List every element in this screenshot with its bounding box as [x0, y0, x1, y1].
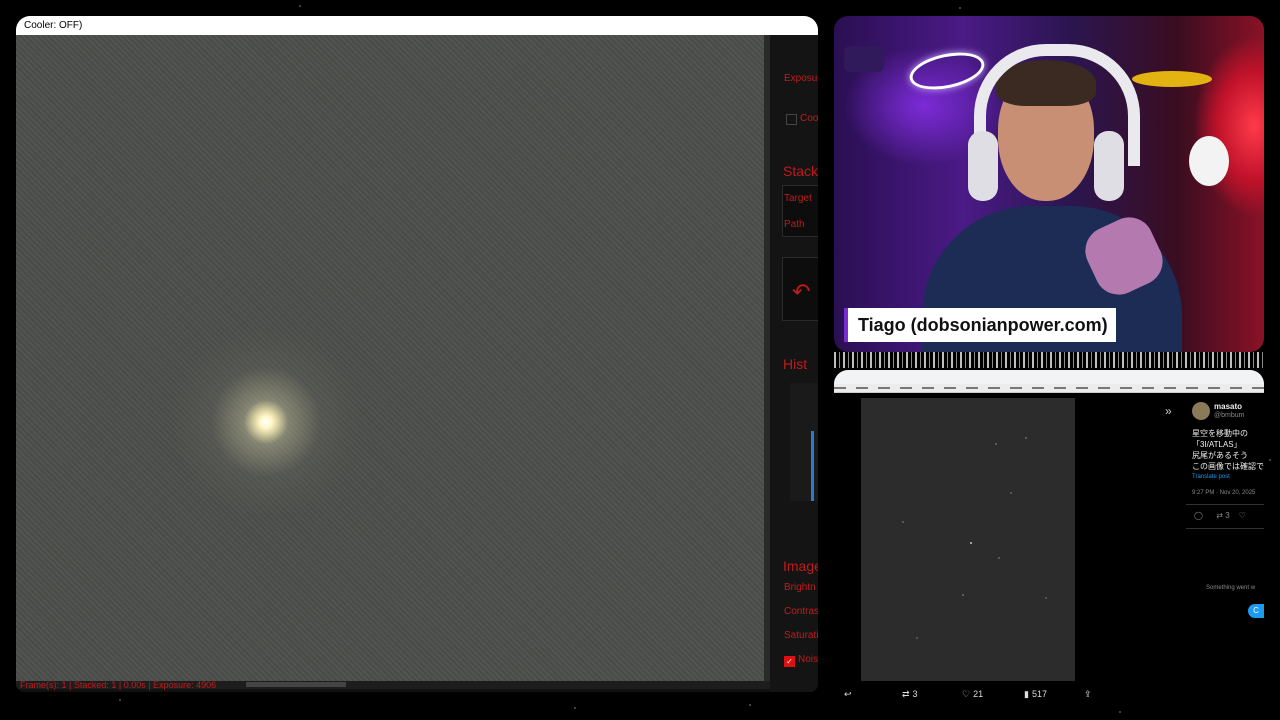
- post-text-line: この画像では確認で: [1192, 462, 1264, 471]
- post-username[interactable]: masato: [1214, 402, 1242, 411]
- retweet-button[interactable]: ⇄ 3: [902, 689, 918, 700]
- capture-status-bar: Frame(s): 1 | Stacked: 1 | 0.00s | Expos…: [20, 680, 217, 690]
- retry-button[interactable]: C: [1248, 604, 1264, 618]
- saturation-label: Saturatio: [784, 630, 818, 641]
- retweet-icon: ⇄: [902, 688, 910, 699]
- target-label: Target: [784, 193, 812, 204]
- sidebar-retweet-count: 3: [1225, 511, 1230, 520]
- expand-icon[interactable]: »: [1165, 404, 1172, 418]
- histogram: [790, 383, 818, 501]
- translate-link[interactable]: Translate post: [1192, 474, 1230, 480]
- divider-line: [1186, 504, 1264, 505]
- browser-window: » ↩ ⇄ 3 ♡ 21 ▮ 517 ⇪ masato @bmbum 星空を移動中の …: [834, 370, 1264, 704]
- retweet-count: 3: [912, 689, 918, 699]
- path-label: Path: [784, 219, 805, 230]
- divider-line: [1186, 528, 1264, 529]
- histogram-bar: [811, 431, 814, 501]
- webcam-feed: Tiago (dobsonianpower.com): [834, 16, 1264, 352]
- avatar[interactable]: [1192, 402, 1210, 420]
- cooler-checkbox[interactable]: [786, 114, 797, 125]
- capture-titlebar: Cooler: OFF): [16, 16, 818, 35]
- post-timestamp[interactable]: 9:27 PM · Nov 20, 2025: [1192, 490, 1255, 496]
- reply-icon[interactable]: ↩: [844, 689, 852, 700]
- streamer-name-tag: Tiago (dobsonianpower.com): [844, 308, 1116, 342]
- post-photo[interactable]: [861, 398, 1075, 681]
- noise-label: Nois: [798, 654, 818, 665]
- noise-checkbox[interactable]: ✓: [784, 656, 795, 667]
- views-icon: ▮: [1024, 688, 1029, 699]
- youtube-logo-icon: [844, 46, 884, 72]
- contrast-label: Contrast: [784, 606, 818, 617]
- undo-arrow-icon[interactable]: ↶: [792, 279, 810, 305]
- browser-tab-bar[interactable]: [834, 370, 1264, 384]
- like-count: 21: [973, 689, 984, 699]
- histogram-header: Hist: [783, 356, 808, 372]
- retweet-icon[interactable]: ⇄: [1216, 511, 1223, 520]
- heart-icon: ♡: [962, 688, 971, 699]
- views-count: 517: [1031, 689, 1047, 699]
- like-button[interactable]: ♡ 21: [962, 689, 983, 700]
- post-sidebar: masato @bmbum 星空を移動中の 「3I/ATLAS」 尻尾があるそう…: [1186, 398, 1264, 704]
- post-handle[interactable]: @bmbum: [1214, 412, 1244, 419]
- headphones-right-cup: [1094, 131, 1124, 201]
- sidebar-actions: ◯ ⇄ 3 ♡: [1194, 511, 1246, 520]
- exposure-label: Exposure: [784, 73, 818, 84]
- post-text-line: 尻尾があるそう: [1192, 451, 1248, 460]
- heart-icon[interactable]: ♡: [1239, 511, 1246, 520]
- image-header: Image: [783, 558, 818, 574]
- stack-header: Stack: [783, 163, 818, 179]
- sparkle-divider: [834, 352, 1264, 368]
- settings-panel: Exposure Coo Stack Target Path ↶ Hist Im…: [770, 35, 818, 692]
- live-stack-image[interactable]: [16, 35, 764, 681]
- post-actions-bar: ↩ ⇄ 3 ♡ 21 ▮ 517 ⇪: [834, 684, 1184, 704]
- snoopy-figure-decoration: [1189, 136, 1229, 186]
- post-text-line: 星空を移動中の: [1192, 429, 1248, 438]
- brightness-label: Brightn: [784, 582, 816, 593]
- post-text-line: 「3I/ATLAS」: [1192, 440, 1242, 449]
- error-message: Something went w: [1206, 585, 1256, 591]
- cooler-label: Coo: [800, 113, 818, 124]
- ufo-lamp-decoration: [1132, 71, 1212, 87]
- headphones-left-cup: [968, 131, 998, 201]
- share-icon[interactable]: ⇪: [1084, 689, 1092, 700]
- bookmarks-bar[interactable]: [834, 384, 1264, 393]
- capture-window: Cooler: OFF) Frame(s): 1 | Stacked: 1 | …: [16, 16, 818, 692]
- scrollbar-thumb[interactable]: [246, 682, 346, 687]
- reply-icon[interactable]: ◯: [1194, 511, 1203, 520]
- views-button[interactable]: ▮ 517: [1024, 689, 1047, 700]
- post-text: 星空を移動中の 「3I/ATLAS」 尻尾があるそう この画像では確認で: [1192, 428, 1264, 472]
